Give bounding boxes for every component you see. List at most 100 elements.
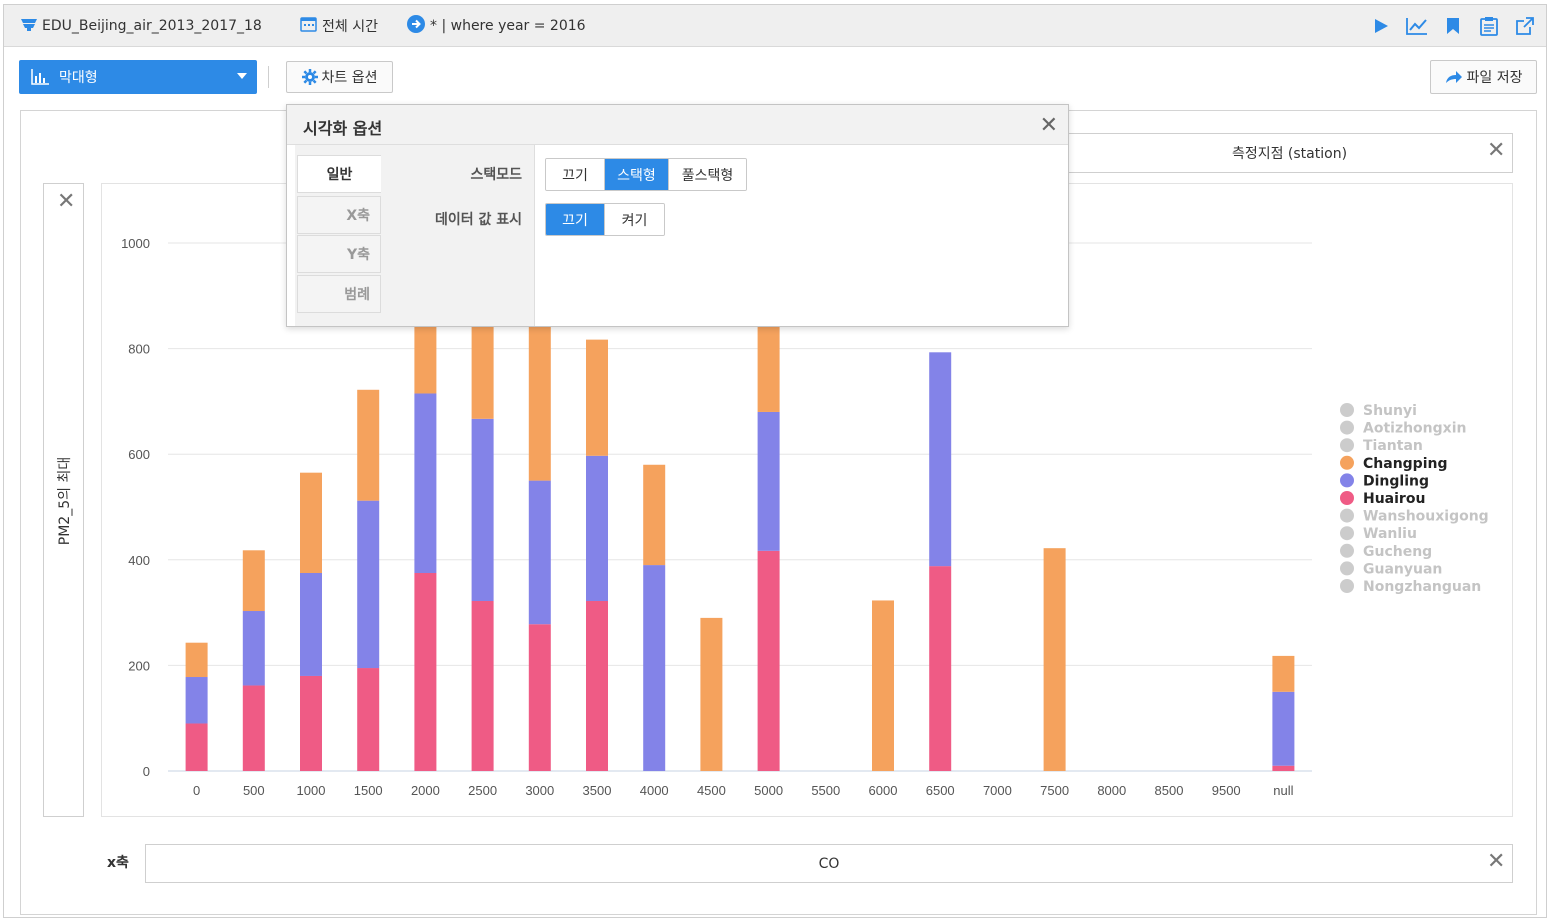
- bar-dingling: [586, 455, 608, 601]
- data-labels-toggle: 끄기 켜기: [545, 203, 665, 236]
- legend-item: Nongzhanguan: [1363, 579, 1481, 595]
- close-icon[interactable]: ✕: [1487, 851, 1505, 873]
- bar-huairou: [757, 550, 780, 771]
- bar-changping: [872, 600, 894, 771]
- y-tick-label: 600: [128, 447, 150, 462]
- tab-x-axis[interactable]: X축: [297, 196, 381, 234]
- stack-full-button[interactable]: 풀스택형: [669, 159, 746, 190]
- bar-changping: [300, 472, 322, 573]
- options-tabs: 일반 X축 Y축 범례: [295, 145, 382, 326]
- tab-legend[interactable]: 범례: [297, 275, 381, 313]
- y-tick-label: 200: [128, 658, 150, 673]
- bar-huairou: [185, 723, 208, 771]
- bar-huairou: [929, 566, 952, 771]
- x-axis-field: CO: [818, 855, 840, 872]
- legend-marker: [1340, 508, 1354, 523]
- legend-marker: [1340, 455, 1354, 470]
- x-tick-label: 1500: [354, 783, 383, 798]
- data-labels-on-button[interactable]: 켜기: [605, 204, 664, 235]
- legend-item: Wanliu: [1363, 526, 1417, 542]
- legend-item: Gucheng: [1363, 544, 1432, 560]
- popup-title: 시각화 옵션: [303, 119, 383, 138]
- bar-dingling: [242, 611, 265, 686]
- x-tick-label: 3500: [583, 783, 612, 798]
- x-tick-label: 3000: [525, 783, 554, 798]
- legend-item: Tiantan: [1363, 438, 1423, 454]
- x-axis-shelf[interactable]: CO: [145, 844, 1513, 883]
- bar-huairou: [1272, 765, 1295, 771]
- stack-off-button[interactable]: 끄기: [546, 159, 605, 190]
- x-tick-label: 2500: [468, 783, 497, 798]
- x-tick-label: 6500: [926, 783, 955, 798]
- bar-dingling: [300, 573, 322, 676]
- data-labels-label: 데이터 값 표시: [434, 212, 522, 228]
- x-tick-label: 2000: [411, 783, 440, 798]
- legend-item: Huairou: [1363, 491, 1425, 507]
- x-tick-label: 5500: [811, 783, 840, 798]
- options-labels: 스택모드 데이터 값 표시: [382, 145, 535, 326]
- x-tick-label: 7500: [1040, 783, 1069, 798]
- legend-item: Wanshouxigong: [1363, 509, 1489, 525]
- bar-changping: [528, 322, 551, 481]
- x-tick-label: 8000: [1097, 783, 1126, 798]
- bar-changping: [357, 389, 380, 501]
- legend-marker: [1340, 403, 1354, 417]
- bar-changping: [700, 617, 723, 771]
- legend-marker: [1340, 491, 1354, 505]
- bar-changping: [643, 464, 666, 566]
- bar-huairou: [414, 573, 437, 771]
- legend-marker: [1340, 543, 1354, 558]
- legend-marker: [1340, 438, 1354, 453]
- x-tick-label: 7000: [983, 783, 1012, 798]
- bar-dingling: [757, 411, 780, 551]
- y-tick-label: 0: [143, 764, 150, 779]
- y-tick-label: 400: [128, 553, 150, 568]
- popup-header: 시각화 옵션 ✕: [287, 105, 1068, 145]
- legend-item: Shunyi: [1363, 403, 1417, 419]
- bar-huairou: [242, 685, 265, 771]
- tab-y-axis[interactable]: Y축: [297, 235, 381, 273]
- data-labels-off-button[interactable]: 끄기: [546, 204, 605, 235]
- bar-dingling: [643, 565, 666, 771]
- legend-marker: [1340, 561, 1354, 576]
- legend-marker: [1340, 420, 1354, 435]
- bar-changping: [1272, 655, 1295, 692]
- bar-huairou: [586, 600, 608, 771]
- stack-mode-toggle: 끄기 스택형 풀스택형: [545, 158, 747, 191]
- visualization-options-popup: 시각화 옵션 ✕ 일반 X축 Y축 범례 스택모드 데이터 값 표시 끄기 스택…: [286, 104, 1069, 327]
- bar-dingling: [1272, 691, 1295, 766]
- bar-dingling: [528, 480, 551, 625]
- bar-changping: [586, 339, 608, 456]
- bar-dingling: [357, 500, 380, 669]
- bar-dingling: [471, 418, 494, 601]
- stack-stacked-button[interactable]: 스택형: [605, 159, 669, 190]
- legend-item: Changping: [1363, 456, 1448, 472]
- bar-changping: [185, 642, 208, 678]
- bar-changping: [242, 550, 265, 612]
- close-icon[interactable]: ✕: [1040, 113, 1058, 138]
- bar-dingling: [414, 393, 437, 573]
- x-tick-label: 6000: [869, 783, 898, 798]
- x-tick-label: 5000: [754, 783, 783, 798]
- bar-huairou: [528, 624, 551, 771]
- bar-dingling: [185, 677, 208, 724]
- x-tick-label: 0: [193, 783, 200, 798]
- legend-item: Aotizhongxin: [1363, 421, 1466, 437]
- x-tick-label: 500: [243, 783, 265, 798]
- x-tick-label: 4500: [697, 783, 726, 798]
- legend-marker: [1340, 473, 1354, 488]
- stack-mode-label: 스택모드: [470, 167, 522, 183]
- bar-huairou: [300, 675, 322, 771]
- bar-dingling: [929, 352, 952, 567]
- x-tick-label: 8500: [1155, 783, 1184, 798]
- tab-general[interactable]: 일반: [297, 155, 381, 193]
- x-tick-label: 9500: [1212, 783, 1241, 798]
- y-tick-label: 1000: [121, 236, 150, 251]
- x-axis-shelf-label: x축: [107, 855, 129, 871]
- y-tick-label: 800: [128, 342, 150, 357]
- x-tick-label: null: [1273, 783, 1293, 798]
- legend-item: Guanyuan: [1363, 561, 1442, 577]
- x-tick-label: 1000: [297, 783, 326, 798]
- x-tick-label: 4000: [640, 783, 669, 798]
- bar-huairou: [357, 668, 380, 771]
